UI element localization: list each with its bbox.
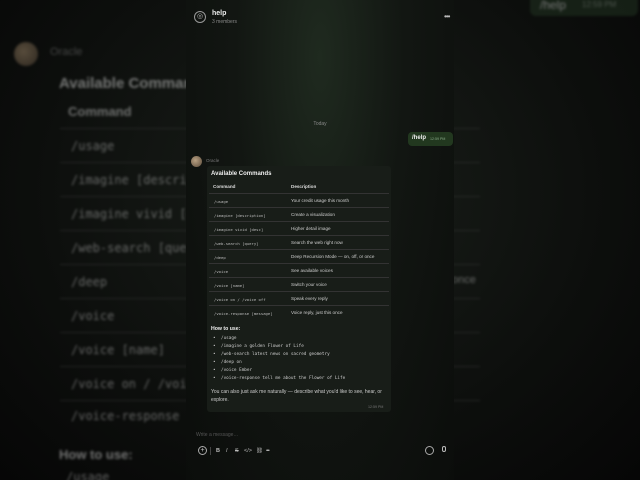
message-composer: Write a message… + B I S </> ⛓ ••• bbox=[186, 424, 454, 460]
bg-command: /usage bbox=[71, 139, 115, 153]
bullet-text: /usage bbox=[221, 336, 237, 341]
table-row: /voice on / /voice off Speak every reply bbox=[209, 291, 389, 305]
member-count: 3 members bbox=[212, 19, 238, 25]
microphone-icon[interactable] bbox=[442, 446, 446, 452]
table-row: /imagine [description] Create a visualiz… bbox=[209, 207, 389, 221]
description-cell: Search the web right now bbox=[291, 240, 343, 245]
howto-heading: How to use: bbox=[211, 326, 241, 332]
bullet-text: /web-search latest news on sacred geomet… bbox=[221, 352, 330, 357]
bullet-text: /voice Ember bbox=[221, 368, 253, 373]
table-row: /voice [name] Switch your voice bbox=[209, 277, 389, 291]
more-menu-icon[interactable]: ••• bbox=[444, 12, 450, 21]
chat-header: ◎ help 3 members ••• bbox=[186, 6, 454, 30]
add-attachment-icon[interactable]: + bbox=[198, 446, 207, 455]
chat-panel: ◎ help 3 members ••• Today /help 12:59 P… bbox=[186, 0, 454, 480]
bullet-text: /imagine a golden Flower of Life bbox=[221, 344, 304, 349]
command-cell: /web-search [query] bbox=[214, 241, 259, 246]
bg-command: /deep bbox=[71, 275, 108, 289]
table-row: /imagine vivid [desc] Higher detail imag… bbox=[209, 221, 389, 235]
reply-outro: You can also just ask me naturally — des… bbox=[211, 389, 382, 403]
bg-howto: How to use: bbox=[59, 447, 133, 462]
bg-outgoing-text: /help bbox=[540, 0, 567, 12]
command-cell: /imagine vivid [desc] bbox=[214, 227, 264, 232]
outgoing-time: 12:59 PM bbox=[430, 137, 446, 141]
strikethrough-button[interactable]: S bbox=[235, 448, 239, 454]
reply-message: Available Commands Command Description /… bbox=[207, 166, 391, 412]
bullet-text: /voice-response tell me about the Flower… bbox=[221, 376, 346, 381]
column-header-command: Command bbox=[213, 184, 236, 189]
bg-sender: Oracle bbox=[50, 46, 83, 58]
column-header-description: Description bbox=[291, 184, 317, 189]
outgoing-text: /help bbox=[412, 135, 427, 141]
command-cell: /voice on / /voice off bbox=[214, 297, 266, 302]
command-cell: /imagine [description] bbox=[214, 213, 266, 218]
description-cell: Speak every reply bbox=[291, 296, 328, 301]
description-cell: Deep Recursion Mode — on, off, or once bbox=[291, 254, 375, 259]
bg-usage: /usage bbox=[66, 470, 110, 480]
chat-title[interactable]: help bbox=[212, 10, 226, 17]
bg-avatar bbox=[14, 42, 38, 66]
group-icon[interactable]: ◎ bbox=[194, 11, 206, 23]
bg-description-fragment: once bbox=[452, 274, 476, 286]
bg-command: /imagine [descript bbox=[71, 173, 202, 187]
sender-name[interactable]: Oracle bbox=[206, 158, 219, 163]
bg-outgoing-time: 12:59 PM bbox=[582, 0, 617, 9]
more-format-icon[interactable]: ••• bbox=[266, 448, 270, 454]
bg-command: /voice on / /voice bbox=[71, 377, 202, 391]
description-cell: Switch your voice bbox=[291, 282, 327, 287]
command-cell: /voice-response [message] bbox=[214, 311, 273, 316]
command-cell: /usage bbox=[214, 199, 229, 204]
toolbar-divider bbox=[210, 447, 211, 455]
table-row: /voice See available voices bbox=[209, 263, 389, 277]
description-cell: Your credit usage this month bbox=[291, 198, 350, 203]
emoji-icon[interactable] bbox=[425, 446, 434, 455]
bg-command: /voice [name] bbox=[71, 343, 165, 357]
link-button[interactable]: ⛓ bbox=[256, 448, 263, 454]
list-item: •/usage bbox=[213, 336, 237, 341]
reply-time: 12:59 PM bbox=[368, 405, 384, 409]
list-item: •/voice-response tell me about the Flowe… bbox=[213, 376, 346, 381]
avatar[interactable] bbox=[191, 156, 202, 167]
date-divider: Today bbox=[313, 121, 327, 127]
outgoing-message[interactable]: /help 12:59 PM bbox=[408, 132, 453, 146]
description-cell: Higher detail image bbox=[291, 226, 331, 231]
description-cell: See available voices bbox=[291, 268, 333, 273]
table-row: /web-search [query] Search the web right… bbox=[209, 235, 389, 249]
bold-button[interactable]: B bbox=[216, 448, 220, 454]
list-item: •/web-search latest news on sacred geome… bbox=[213, 352, 330, 357]
bg-command: /web-search [query bbox=[71, 241, 202, 255]
list-item: •/voice Ember bbox=[213, 368, 253, 373]
code-button[interactable]: </> bbox=[244, 448, 252, 454]
description-cell: Create a visualization bbox=[291, 212, 335, 217]
description-cell: Voice reply, just this once bbox=[291, 310, 343, 315]
list-item: •/deep on bbox=[213, 360, 242, 365]
italic-button[interactable]: I bbox=[226, 448, 228, 454]
bullet-text: /deep on bbox=[221, 360, 242, 365]
table-row: /deep Deep Recursion Mode — on, off, or … bbox=[209, 249, 389, 263]
command-cell: /deep bbox=[214, 255, 226, 260]
list-item: •/imagine a golden Flower of Life bbox=[213, 344, 304, 349]
command-cell: /voice [name] bbox=[214, 283, 245, 288]
command-cell: /voice bbox=[214, 269, 229, 274]
table-row: /voice-response [message] Voice reply, j… bbox=[209, 305, 389, 319]
table-row: /usage Your credit usage this month bbox=[209, 193, 389, 207]
bg-column-header: Command bbox=[68, 104, 132, 119]
message-input[interactable]: Write a message… bbox=[196, 432, 238, 438]
reply-title: Available Commands bbox=[211, 171, 272, 177]
bg-command: /voice-response [m bbox=[71, 409, 202, 423]
bg-command: /voice bbox=[71, 309, 115, 323]
